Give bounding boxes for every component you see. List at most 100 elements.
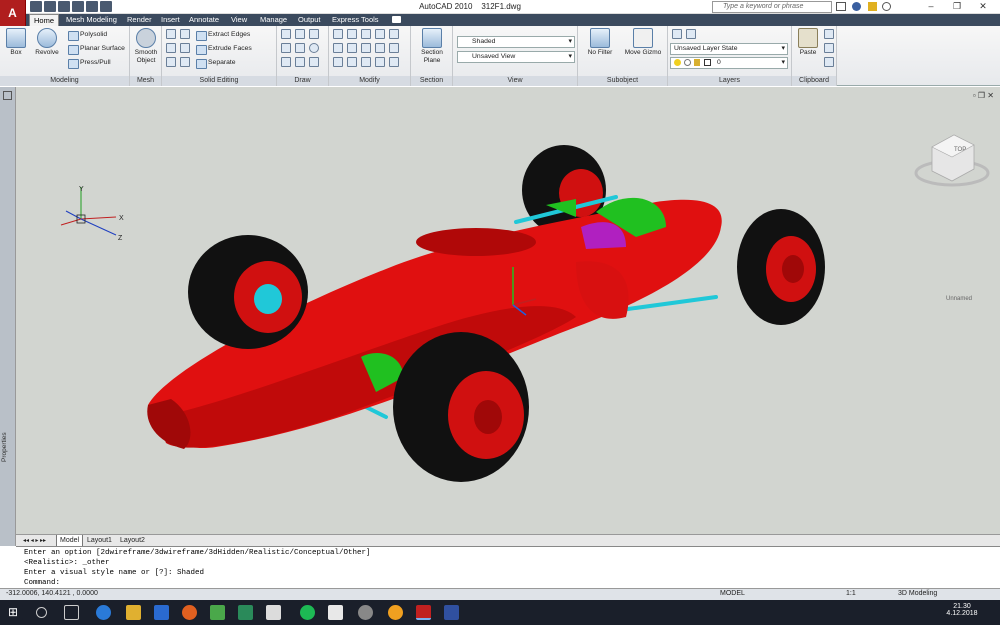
revolve-button[interactable]: Revolve [33, 28, 61, 57]
tab-insert[interactable]: Insert [161, 14, 180, 26]
ellipse-icon[interactable] [309, 57, 319, 67]
properties-palette-strip[interactable]: Properties [0, 87, 16, 546]
edge-browser-icon[interactable] [96, 605, 111, 620]
subtract-icon[interactable] [166, 43, 176, 53]
tab-manage[interactable]: Manage [260, 14, 287, 26]
open-file-icon[interactable] [44, 1, 56, 12]
mail-icon[interactable] [328, 605, 343, 620]
thicken-icon[interactable] [180, 57, 190, 67]
box-button[interactable]: Box [2, 28, 30, 57]
mirror-icon[interactable] [333, 57, 343, 67]
task-view-icon[interactable] [64, 605, 79, 620]
model-space-toggle[interactable]: MODEL [720, 590, 745, 597]
close-icon[interactable]: ✕ [970, 0, 996, 14]
circle-icon[interactable] [309, 43, 319, 53]
document-app-icon[interactable] [444, 605, 459, 620]
planar-surface-button[interactable]: Planar Surface [68, 43, 125, 55]
stretch-icon[interactable] [389, 43, 399, 53]
store-icon[interactable] [154, 605, 169, 620]
autocad-taskbar-icon[interactable] [416, 605, 431, 620]
paint-icon[interactable] [358, 605, 373, 620]
minimize-ribbon-icon[interactable] [392, 16, 401, 23]
binoculars-icon[interactable] [836, 2, 846, 11]
new-file-icon[interactable] [30, 1, 42, 12]
press-pull-button[interactable]: Press/Pull [68, 57, 111, 69]
command-prompt[interactable]: Command: [24, 579, 60, 587]
trim-icon[interactable] [389, 29, 399, 39]
extrude-faces-button[interactable]: Extrude Faces [196, 43, 252, 55]
favorites-star-icon[interactable] [868, 2, 877, 11]
smooth-object-button[interactable]: Smooth Object [132, 28, 160, 65]
tab-mesh-modeling[interactable]: Mesh Modeling [66, 14, 117, 26]
saved-view-dropdown[interactable]: Unsaved View [457, 51, 575, 63]
firefox-icon[interactable] [182, 605, 197, 620]
notepad-icon[interactable] [266, 605, 281, 620]
clock[interactable]: 21.30 4.12.2018 [940, 603, 984, 617]
helix-icon[interactable] [281, 43, 291, 53]
vlc-icon[interactable] [388, 605, 403, 620]
offset-icon[interactable] [347, 57, 357, 67]
search-input[interactable]: Type a keyword or phrase [712, 1, 832, 13]
copy-icon[interactable] [375, 43, 385, 53]
no-filter-button[interactable]: No Filter [582, 28, 618, 57]
layer-state-dropdown[interactable]: Unsaved Layer State [670, 43, 788, 55]
layer-properties-icon[interactable] [672, 29, 682, 39]
file-explorer-icon[interactable] [126, 605, 141, 620]
layer-on-icon[interactable] [674, 59, 681, 66]
annotation-scale[interactable]: 1:1 [846, 590, 856, 597]
command-window[interactable]: Enter an option [2dwireframe/3dwireframe… [16, 546, 1000, 588]
minimize-icon[interactable]: – [918, 0, 944, 14]
erase-icon[interactable] [375, 57, 385, 67]
drawing-viewport[interactable]: ▫ ❐ ✕ Y X Z TOP Unnamed [16, 87, 1000, 534]
spotify-icon[interactable] [300, 605, 315, 620]
windows-start-icon[interactable]: ⊞ [8, 605, 23, 620]
visual-style-dropdown[interactable]: Shaded [457, 36, 575, 48]
tab-output[interactable]: Output [298, 14, 321, 26]
tab-view[interactable]: View [231, 14, 247, 26]
help-icon[interactable] [882, 2, 891, 11]
layer-states-icon[interactable] [686, 29, 696, 39]
spline-icon[interactable] [295, 29, 305, 39]
extract-edges-button[interactable]: Extract Edges [196, 29, 250, 41]
match-properties-icon[interactable] [824, 57, 834, 67]
move-gizmo-button[interactable]: Move Gizmo [622, 28, 664, 57]
named-view-label[interactable]: Unnamed [946, 296, 972, 302]
slice-icon[interactable] [180, 43, 190, 53]
redo-icon[interactable] [86, 1, 98, 12]
paste-button[interactable]: Paste [794, 28, 822, 57]
palette-close-icon[interactable] [3, 91, 12, 100]
polyline-icon[interactable] [281, 29, 291, 39]
tab-render[interactable]: Render [127, 14, 152, 26]
polysolid-button[interactable]: Polysolid [68, 29, 107, 41]
copy-clip-icon[interactable] [824, 43, 834, 53]
3d-rotate-icon[interactable] [347, 29, 357, 39]
explode-icon[interactable] [389, 57, 399, 67]
union-icon[interactable] [166, 29, 176, 39]
3d-move-icon[interactable] [333, 29, 343, 39]
line-icon[interactable] [295, 43, 305, 53]
layer-color-icon[interactable] [704, 59, 711, 66]
tab-annotate[interactable]: Annotate [189, 14, 219, 26]
fillet-icon[interactable] [375, 29, 385, 39]
scale-icon[interactable] [361, 57, 371, 67]
section-plane-button[interactable]: Section Plane [418, 28, 446, 65]
search-icon[interactable] [36, 607, 47, 618]
communication-center-icon[interactable] [852, 2, 861, 11]
plot-icon[interactable] [100, 1, 112, 12]
tab-express-tools[interactable]: Express Tools [332, 14, 379, 26]
calculator-icon[interactable] [238, 605, 253, 620]
viewcube[interactable]: TOP [914, 134, 990, 187]
tab-home[interactable]: Home [29, 14, 60, 26]
layer-lock-icon[interactable] [694, 59, 700, 66]
undo-icon[interactable] [72, 1, 84, 12]
polygon-icon[interactable] [281, 57, 291, 67]
cut-icon[interactable] [824, 29, 834, 39]
media-app-icon[interactable] [210, 605, 225, 620]
save-icon[interactable] [58, 1, 70, 12]
arc-icon[interactable] [309, 29, 319, 39]
rotate-icon[interactable] [361, 43, 371, 53]
3d-array-icon[interactable] [347, 43, 357, 53]
rectangle-icon[interactable] [295, 57, 305, 67]
move-icon[interactable] [361, 29, 371, 39]
separate-button[interactable]: Separate [196, 57, 236, 69]
